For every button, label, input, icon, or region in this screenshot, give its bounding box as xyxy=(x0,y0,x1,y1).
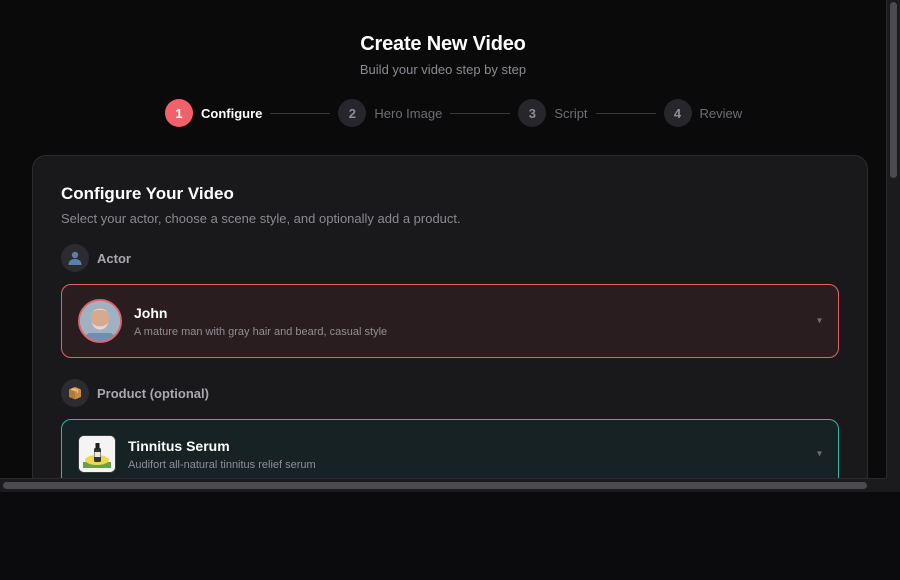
vertical-scrollbar-thumb[interactable] xyxy=(890,2,897,178)
page-title: Create New Video xyxy=(360,33,526,55)
step-label: Hero Image xyxy=(374,105,443,121)
actor-select[interactable]: John A mature man with gray hair and bea… xyxy=(61,284,839,358)
step-script[interactable]: 3 Script xyxy=(518,99,588,127)
step-number: 2 xyxy=(338,99,367,127)
product-thumbnail xyxy=(78,435,116,473)
stepper: 1 Configure 2 Hero Image 3 Script 4 Revi… xyxy=(165,99,742,127)
step-configure[interactable]: 1 Configure xyxy=(165,99,262,127)
step-label: Script xyxy=(554,105,588,121)
main-viewport: Create New Video Build your video step b… xyxy=(0,0,886,478)
step-label: Review xyxy=(699,105,743,121)
step-connector xyxy=(270,112,331,114)
step-number: 4 xyxy=(663,99,692,127)
product-section-label: Product (optional) xyxy=(97,385,209,401)
page-subtitle: Build your video step by step xyxy=(359,62,527,77)
product-text: Tinnitus Serum Audifort all-natural tinn… xyxy=(128,438,316,471)
vertical-scrollbar[interactable] xyxy=(886,0,900,478)
page-header: Create New Video Build your video step b… xyxy=(0,0,886,77)
actor-text: John A mature man with gray hair and bea… xyxy=(134,305,387,338)
actor-section-label: Actor xyxy=(97,250,131,266)
step-connector xyxy=(595,112,656,114)
configure-card: Configure Your Video Select your actor, … xyxy=(32,155,868,478)
card-description: Select your actor, choose a scene style,… xyxy=(61,211,461,226)
actor-section-header: Actor xyxy=(61,244,839,272)
actor-name: John xyxy=(134,304,168,321)
scrollbar-corner xyxy=(886,478,900,492)
product-description: Audifort all-natural tinnitus relief ser… xyxy=(128,458,316,471)
horizontal-scrollbar[interactable] xyxy=(0,478,886,492)
card-title: Configure Your Video xyxy=(61,184,234,203)
actor-description: A mature man with gray hair and beard, c… xyxy=(134,325,388,338)
product-select[interactable]: Tinnitus Serum Audifort all-natural tinn… xyxy=(61,419,839,478)
step-review[interactable]: 4 Review xyxy=(663,99,743,127)
package-icon xyxy=(61,379,89,407)
chevron-down-icon: ▾ xyxy=(816,448,822,460)
step-number: 1 xyxy=(165,99,193,127)
product-section-header: Product (optional) xyxy=(61,379,839,407)
product-name: Tinnitus Serum xyxy=(128,437,230,454)
step-hero-image[interactable]: 2 Hero Image xyxy=(338,99,442,127)
person-icon xyxy=(61,244,89,272)
actor-avatar xyxy=(78,299,122,343)
step-number: 3 xyxy=(518,99,547,127)
horizontal-scrollbar-thumb[interactable] xyxy=(3,482,867,489)
step-label: Configure xyxy=(201,105,263,121)
step-connector xyxy=(450,112,511,114)
chevron-down-icon: ▾ xyxy=(816,315,822,327)
